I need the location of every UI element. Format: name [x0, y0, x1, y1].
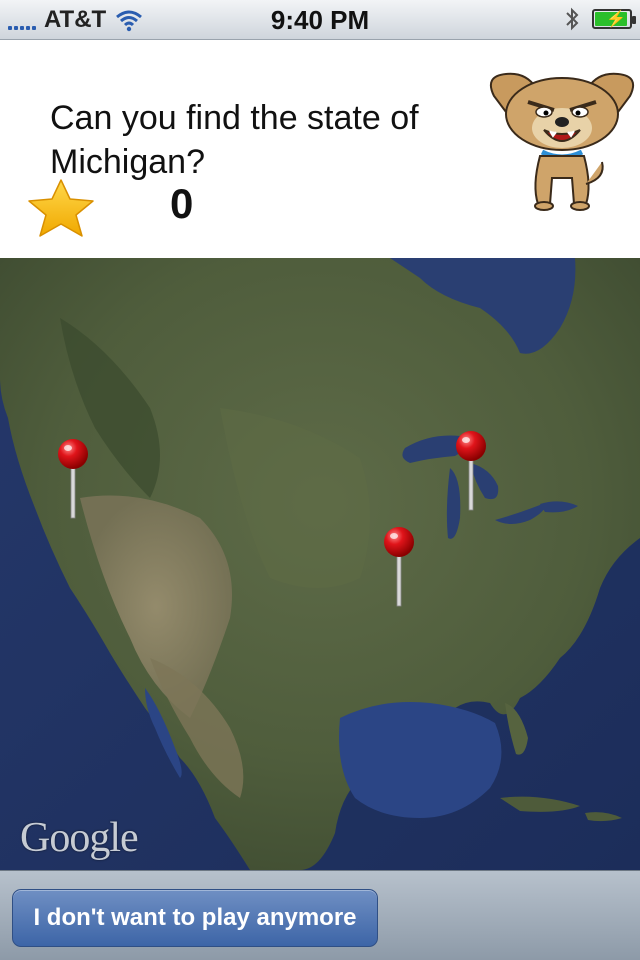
charging-bolt-icon: ⚡ — [606, 11, 626, 28]
battery-icon: ⚡ — [592, 9, 636, 29]
dropped-pin[interactable] — [454, 430, 488, 512]
status-bar: AT&T 9:40 PM ⚡ — [0, 0, 640, 40]
status-time: 9:40 PM — [270, 5, 370, 35]
google-attribution: Google — [20, 815, 139, 861]
game-header: Can you find the state of Michigan? 0 — [0, 40, 640, 258]
quit-game-button[interactable]: I don't want to play anymore — [12, 889, 378, 947]
map-imagery — [0, 258, 640, 870]
status-right: ⚡ — [564, 6, 636, 32]
satellite-map[interactable]: Google — [0, 258, 640, 870]
question-text: Can you find the state of Michigan? — [50, 99, 419, 181]
dog-mascot-icon — [490, 72, 634, 211]
score-value: 0 — [170, 180, 194, 227]
bluetooth-icon — [566, 7, 579, 31]
bottom-toolbar: I don't want to play anymore — [0, 870, 640, 960]
dropped-pin[interactable] — [382, 526, 416, 608]
star-icon — [28, 179, 94, 237]
dropped-pin[interactable] — [56, 438, 90, 520]
